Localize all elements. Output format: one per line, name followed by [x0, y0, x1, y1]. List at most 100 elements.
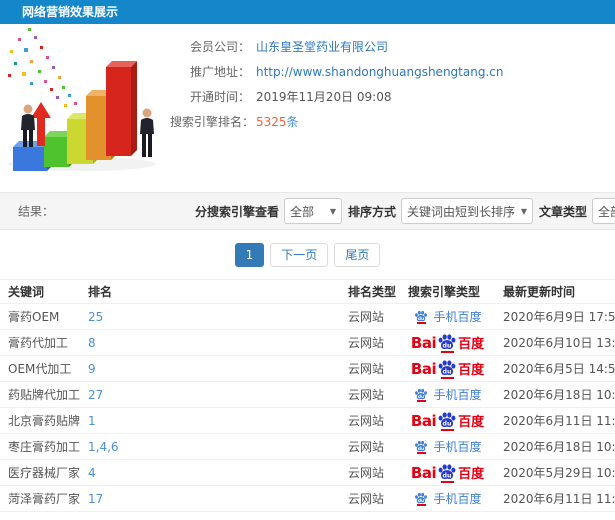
article-type-value: 全部 [598, 204, 615, 219]
col-header-keyword: 关键词 [8, 285, 45, 299]
open-time-label: 开通时间： [189, 90, 250, 104]
rank-cell[interactable]: 27 [80, 381, 340, 408]
filter-controls: 分搜索引擎查看 全部 ▼ 排序方式 关键词由短到长排序 ▼ 文章类型 全部 ▼ … [195, 197, 615, 225]
engine-type-cell: Bai du 百度 [400, 459, 495, 486]
engine-rank-row: 搜索引擎排名： 5325条 [170, 114, 615, 131]
keyword-cell: 枣庄膏药加工 [0, 433, 80, 460]
engine-type-cell: Bai du 百度 [400, 407, 495, 434]
promo-url-link[interactable]: http://www.shandonghuangshengtang.cn [256, 64, 503, 81]
rank-type-cell: 云网站 [340, 381, 400, 408]
engine-filter-value: 全部 [290, 204, 315, 219]
last-page-button[interactable]: 尾页 [334, 243, 381, 267]
engine-filter-select[interactable]: 全部 ▼ [284, 198, 343, 224]
company-label: 会员公司： [189, 40, 250, 54]
sort-filter-value: 关键词由短到长排序 [407, 204, 516, 219]
sort-filter-select[interactable]: 关键词由短到长排序 ▼ [401, 198, 534, 224]
col-header-rank: 排名 [88, 285, 113, 299]
open-time-value: 2019年11月20日 09:08 [256, 90, 392, 104]
mobile-baidu-logo: du 手机百度 [413, 490, 482, 507]
updated-cell: 2020年6月10日 13:40 [495, 329, 615, 356]
keyword-cell: 药贴牌代加工 [0, 381, 80, 408]
svg-text:du: du [443, 342, 452, 349]
rank-type-cell: 云网站 [340, 355, 400, 382]
rank-link: 25 [88, 309, 104, 324]
rank-type-cell: 云网站 [340, 485, 400, 512]
engine-type-cell: du 手机百度 [400, 381, 495, 408]
rank-cell[interactable]: 1,4,6 [80, 433, 340, 460]
updated-cell: 2020年6月18日 10:25 [495, 381, 615, 408]
businessman-left [21, 104, 35, 147]
company-row: 会员公司： 山东皇圣堂药业有限公司 [170, 39, 615, 56]
rank-type-cell: 云网站 [340, 459, 400, 486]
rank-cell[interactable]: 25 [80, 303, 340, 330]
rank-cell[interactable]: 17 [80, 485, 340, 512]
promo-url-row: 推广地址： http://www.shandonghuangshengtang.… [170, 64, 615, 81]
engine-type-cell: Bai du 百度 [400, 329, 495, 356]
page-number-current[interactable]: 1 [234, 243, 265, 267]
member-info-fields: 会员公司： 山东皇圣堂药业有限公司 推广地址： http://www.shand… [170, 24, 615, 192]
updated-cell: 2020年6月5日 14:57 [495, 355, 615, 382]
table-row: 药贴牌代加工 27 云网站 du手机百度 2020年6月18日 10:25 [0, 381, 615, 408]
page-title: 网络营销效果展示 [22, 5, 119, 19]
baidu-logo: Bai du 百度 [410, 333, 485, 353]
table-row: 膏药代加工 8 云网站 Baidu百度 2020年6月10日 13:40 [0, 329, 615, 356]
mobile-baidu-logo: du 手机百度 [413, 386, 482, 403]
table-header-row: 关键词 排名 排名类型 搜索引擎类型 最新更新时间 [0, 279, 615, 304]
engine-type-cell: du 手机百度 [400, 303, 495, 330]
sort-filter-label: 排序方式 [348, 204, 397, 219]
rank-link: 27 [88, 387, 104, 402]
table-row: 医疗器械厂家 4 云网站 Baidu百度 2020年5月29日 10:32 [0, 459, 615, 486]
baidu-logo: Bai du 百度 [410, 359, 485, 379]
rank-link: 4 [88, 465, 96, 480]
rank-cell[interactable]: 9 [80, 355, 340, 382]
rank-unit: 条 [286, 115, 299, 129]
mobile-baidu-logo: du 手机百度 [413, 438, 482, 455]
page-header: 网络营销效果展示 [0, 0, 615, 24]
company-link[interactable]: 山东皇圣堂药业有限公司 [256, 39, 388, 56]
mobile-baidu-label: 手机百度 [433, 440, 482, 454]
table-row: 北京膏药贴牌 1 云网站 Baidu百度 2020年6月11日 11:18 [0, 407, 615, 434]
mobile-baidu-logo: du 手机百度 [413, 308, 482, 325]
info-section: 会员公司： 山东皇圣堂药业有限公司 推广地址： http://www.shand… [0, 24, 615, 192]
businessman-right [140, 108, 154, 157]
rank-link: 17 [88, 491, 104, 506]
chevron-down-icon: ▼ [329, 206, 337, 216]
svg-text:du: du [443, 368, 452, 375]
updated-cell: 2020年6月9日 17:50 [495, 303, 615, 330]
engine-rank-label: 搜索引擎排名： [170, 115, 255, 129]
col-header-engine-type: 搜索引擎类型 [408, 285, 481, 299]
promo-url-label: 推广地址： [189, 65, 250, 79]
engine-type-cell: du 手机百度 [400, 433, 495, 460]
rank-cell[interactable]: 4 [80, 459, 340, 486]
table-row: OEM代加工 9 云网站 Bai du 百度 2020年6月5日 14:57 [0, 355, 615, 382]
article-type-select[interactable]: 全部 ▼ [592, 198, 615, 224]
rank-link: 8 [88, 335, 96, 350]
table-row: 膏药OEM 25 云网站 du 手机百度 2020年6月9日 17:50 [0, 303, 615, 330]
keyword-cell: 北京膏药贴牌 [0, 407, 80, 434]
rank-type-cell: 云网站 [340, 303, 400, 330]
mobile-baidu-label: 手机百度 [433, 388, 482, 402]
results-table-body: 膏药OEM 25 云网站 du 手机百度 2020年6月9日 17:50 膏药代加工 8 云网站… [0, 303, 615, 512]
result-label: 结果： [18, 204, 55, 219]
growth-chart-illustration [8, 28, 156, 171]
rank-cell[interactable]: 8 [80, 329, 340, 356]
table-row: 枣庄膏药加工 1,4,6 云网站 du手机百度 2020年6月18日 10:19 [0, 433, 615, 460]
baidu-paw-icon: du [438, 333, 456, 349]
rank-type-cell: 云网站 [340, 407, 400, 434]
filter-bar: 结果： 分搜索引擎查看 全部 ▼ 排序方式 关键词由短到长排序 ▼ 文章类型 全… [0, 192, 615, 230]
rank-cell[interactable]: 1 [80, 407, 340, 434]
rank-link: 1 [88, 413, 96, 428]
chevron-down-icon: ▼ [520, 206, 528, 216]
keyword-cell: 膏药OEM [0, 303, 80, 330]
next-page-button[interactable]: 下一页 [270, 243, 329, 267]
updated-cell: 2020年6月11日 11:18 [495, 407, 615, 434]
engine-type-cell: du 手机百度 [400, 485, 495, 512]
baidu-paw-icon: du [438, 411, 456, 427]
svg-text:du: du [443, 472, 452, 479]
table-row: 菏泽膏药厂家 17 云网站 du手机百度 2020年6月11日 11:40 [0, 485, 615, 512]
updated-cell: 2020年6月18日 10:19 [495, 433, 615, 460]
col-header-updated: 最新更新时间 [503, 285, 576, 299]
rank-type-cell: 云网站 [340, 329, 400, 356]
keyword-cell: 医疗器械厂家 [0, 459, 80, 486]
baidu-logo: Bai du 百度 [410, 411, 485, 431]
